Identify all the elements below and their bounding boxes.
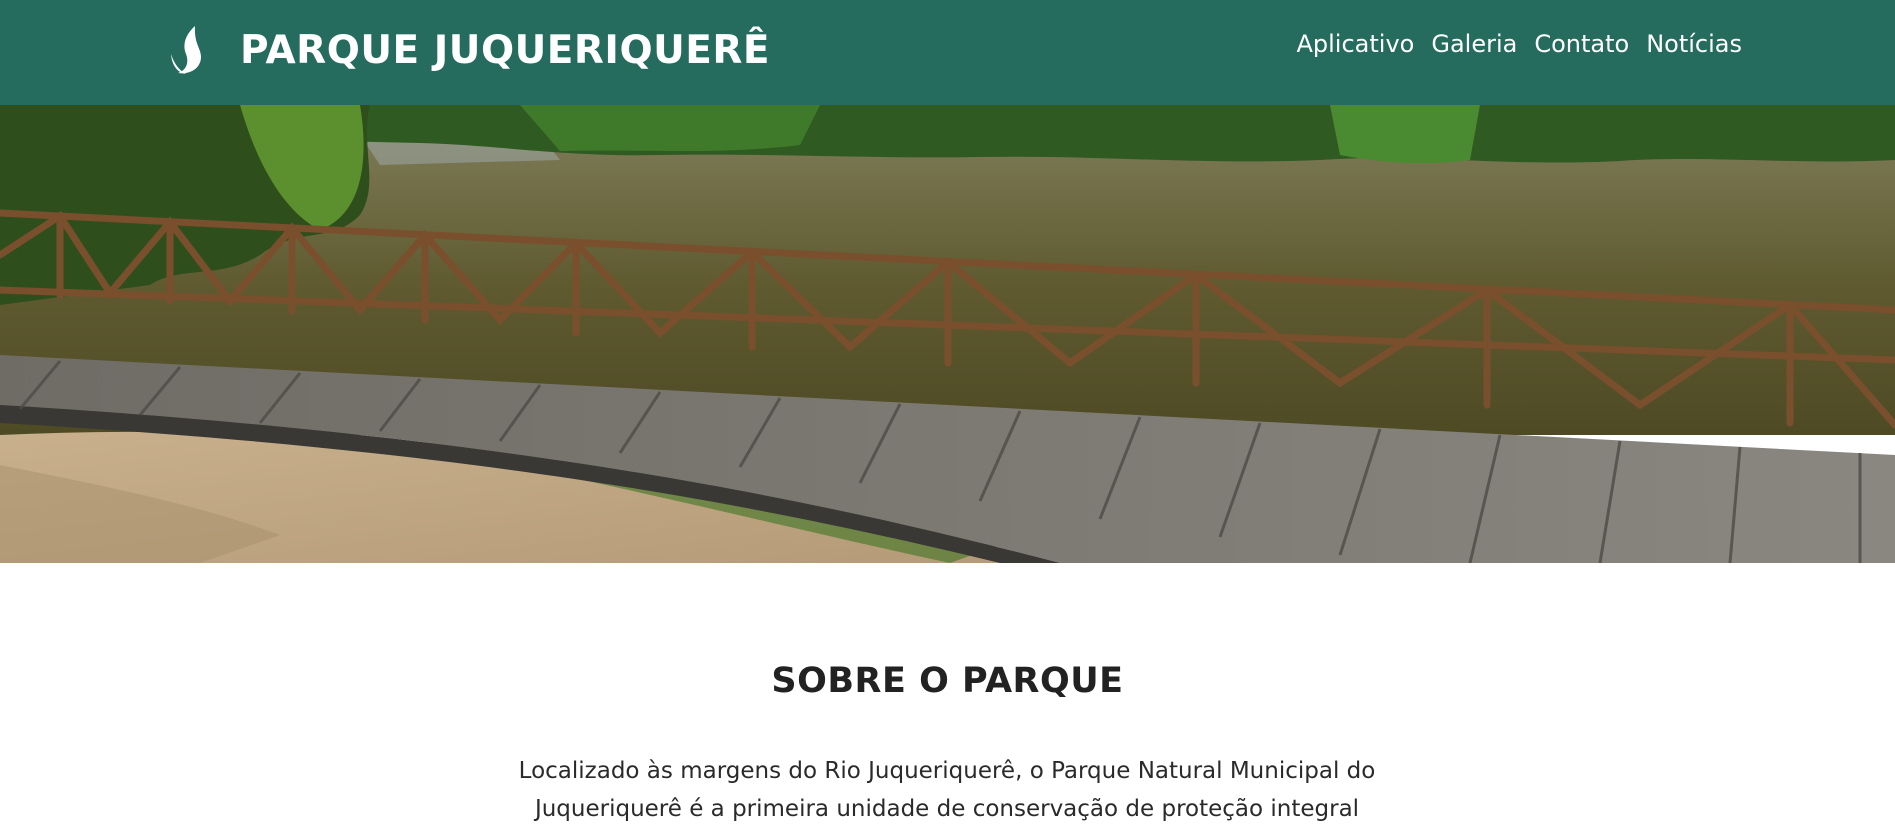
about-section: SOBRE O PARQUE Localizado às margens do … bbox=[0, 563, 1895, 835]
about-text: Localizado às margens do Rio Juqueriquer… bbox=[518, 758, 1376, 822]
brand[interactable]: PARQUE JUQUERIQUERÊ bbox=[168, 22, 770, 78]
site-header: PARQUE JUQUERIQUERÊ Aplicativo Galeria C… bbox=[0, 0, 1895, 105]
main-nav: Aplicativo Galeria Contato Notícias bbox=[1279, 30, 1742, 58]
hero-image bbox=[0, 105, 1895, 563]
boardwalk-river-photo bbox=[0, 105, 1895, 563]
nav-link-contato[interactable]: Contato bbox=[1534, 30, 1629, 58]
nav-link-galeria[interactable]: Galeria bbox=[1431, 30, 1517, 58]
site-name[interactable]: PARQUE JUQUERIQUERÊ bbox=[240, 28, 770, 73]
about-title: SOBRE O PARQUE bbox=[771, 661, 1124, 701]
nav-link-noticias[interactable]: Notícias bbox=[1646, 30, 1742, 58]
nav-link-aplicativo[interactable]: Aplicativo bbox=[1296, 30, 1414, 58]
leaf-drop-icon bbox=[171, 26, 201, 74]
